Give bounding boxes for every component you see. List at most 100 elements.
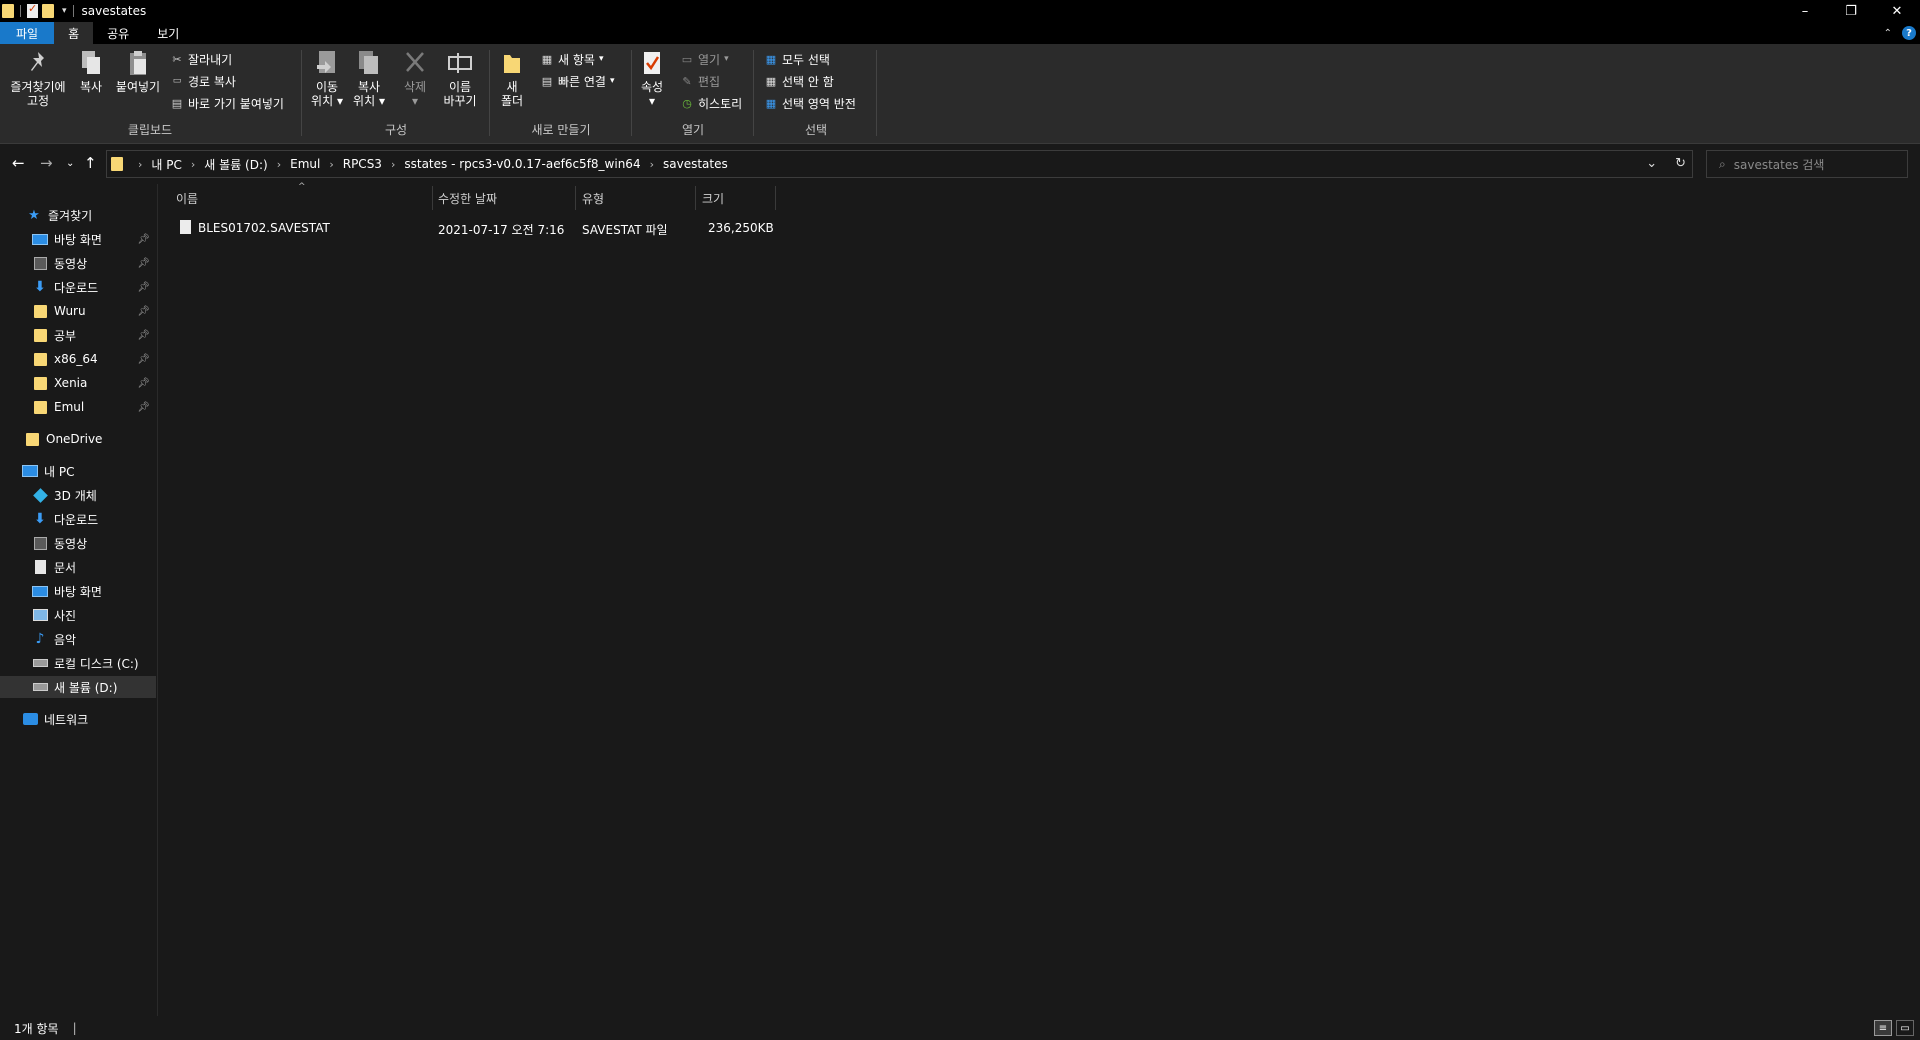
chevron-down-icon: ▾ xyxy=(609,76,615,86)
new-folder-button[interactable]: 새 폴더 xyxy=(496,48,528,108)
cut-button[interactable]: ✂ 잘라내기 xyxy=(170,50,232,68)
history-button[interactable]: ◷ 히스토리 xyxy=(680,94,742,112)
sidebar-item-pc-desktop[interactable]: 바탕 화면 xyxy=(0,580,156,602)
minimize-button[interactable]: – xyxy=(1782,0,1828,22)
sidebar-item-pc-videos[interactable]: 동영상 xyxy=(0,532,156,554)
sidebar-item-study[interactable]: 공부 📌︎ xyxy=(0,324,156,346)
tab-home[interactable]: 홈 xyxy=(54,22,94,44)
crumb-savestates[interactable]: savestates xyxy=(663,157,728,171)
breadcrumb-separator-icon[interactable]: › xyxy=(391,158,395,171)
breadcrumb-separator-icon[interactable]: › xyxy=(277,158,281,171)
sidebar-item-documents[interactable]: 문서 xyxy=(0,556,156,578)
invert-selection-button[interactable]: ▦ 선택 영역 반전 xyxy=(764,94,856,112)
details-view-button[interactable]: ≡ xyxy=(1874,1020,1892,1036)
column-divider[interactable] xyxy=(695,186,696,210)
new-folder-icon[interactable] xyxy=(42,4,54,18)
breadcrumb-separator-icon[interactable]: › xyxy=(650,158,654,171)
delete-chevron-icon[interactable]: ▾ xyxy=(412,94,418,108)
sidebar-item-downloads[interactable]: ⬇ 다운로드 📌︎ xyxy=(0,276,156,298)
sidebar-item-onedrive[interactable]: OneDrive xyxy=(0,428,156,450)
address-bar[interactable]: › 내 PC › 새 볼륨 (D:) › Emul › RPCS3 › ssta… xyxy=(106,150,1693,178)
table-row[interactable]: BLES01702.SAVESTAT 2021-07-17 오전 7:16 SA… xyxy=(160,218,800,238)
paste-shortcut-button[interactable]: ▤ 바로 가기 붙여넣기 xyxy=(170,94,284,112)
folder-icon xyxy=(32,376,48,390)
new-folder-label-2: 폴더 xyxy=(500,94,524,108)
delete-x-icon xyxy=(402,48,428,78)
address-history-chevron-icon[interactable]: ⌄ xyxy=(1646,156,1657,171)
paste-button[interactable]: 붙여넣기 xyxy=(113,48,163,94)
crumb-this-pc[interactable]: 내 PC xyxy=(151,156,181,173)
column-divider[interactable] xyxy=(432,186,433,210)
pin-icon[interactable]: 📌︎ xyxy=(137,378,150,389)
sidebar-item-network[interactable]: 네트워크 xyxy=(0,708,156,730)
sidebar-item-pc-downloads[interactable]: ⬇ 다운로드 xyxy=(0,508,156,530)
customize-toolbar-chevron-icon[interactable]: ▾ xyxy=(62,6,67,16)
crumb-sstates[interactable]: sstates - rpcs3-v0.0.17-aef6c5f8_win64 xyxy=(404,157,640,171)
column-header-type[interactable]: 유형 xyxy=(582,190,604,207)
up-arrow-icon[interactable]: ↑ xyxy=(84,154,97,172)
refresh-icon[interactable]: ↻ xyxy=(1675,156,1686,171)
column-header-date[interactable]: 수정한 날짜 xyxy=(438,190,497,207)
recent-locations-chevron-icon[interactable]: ⌄ xyxy=(66,158,74,169)
sidebar-item-quick-access[interactable]: ★ 즐겨찾기 xyxy=(0,204,156,226)
crumb-drive-d[interactable]: 새 볼륨 (D:) xyxy=(204,156,267,173)
sidebar-item-desktop[interactable]: 바탕 화면 📌︎ xyxy=(0,228,156,250)
sidebar-item-xenia[interactable]: Xenia 📌︎ xyxy=(0,372,156,394)
sidebar-item-pictures[interactable]: 사진 xyxy=(0,604,156,626)
easy-access-button[interactable]: ▤ 빠른 연결 ▾ xyxy=(540,72,615,90)
breadcrumb-separator-icon[interactable]: › xyxy=(329,158,333,171)
close-button[interactable]: ✕ xyxy=(1874,0,1920,22)
sidebar-item-music[interactable]: ♪ 음악 xyxy=(0,628,156,650)
column-header-name[interactable]: 이름 xyxy=(176,190,198,207)
select-all-button[interactable]: ▦ 모두 선택 xyxy=(764,50,830,68)
column-divider[interactable] xyxy=(575,186,576,210)
crumb-rpcs3[interactable]: RPCS3 xyxy=(343,157,382,171)
breadcrumb-separator-icon[interactable]: › xyxy=(138,158,142,171)
delete-button[interactable]: 삭제 ▾ xyxy=(400,48,430,108)
move-to-button[interactable]: 이동 위치 ▾ xyxy=(308,48,346,108)
properties-chevron-icon[interactable]: ▾ xyxy=(649,94,655,108)
sidebar-item-emul[interactable]: Emul 📌︎ xyxy=(0,396,156,418)
rename-button[interactable]: 이름 바꾸기 xyxy=(436,48,484,108)
sidebar-item-drive-c[interactable]: 로컬 디스크 (C:) xyxy=(0,652,156,674)
pin-icon[interactable]: 📌︎ xyxy=(137,258,150,269)
tab-share[interactable]: 공유 xyxy=(93,22,143,44)
pin-icon[interactable]: 📌︎ xyxy=(137,234,150,245)
pin-icon[interactable]: 📌︎ xyxy=(137,282,150,293)
open-button[interactable]: ▭ 열기 ▾ xyxy=(680,50,729,68)
back-arrow-icon[interactable]: ← xyxy=(12,154,25,172)
large-icons-view-button[interactable]: ▭ xyxy=(1896,1020,1914,1036)
edit-button[interactable]: ✎ 편집 xyxy=(680,72,720,90)
collapse-ribbon-icon[interactable]: ⌃ xyxy=(1884,28,1892,39)
help-icon[interactable]: ? xyxy=(1902,26,1916,40)
restore-button[interactable]: ❐ xyxy=(1828,0,1874,22)
copy-to-button[interactable]: 복사 위치 ▾ xyxy=(350,48,388,108)
sidebar-item-this-pc[interactable]: 내 PC xyxy=(0,460,156,482)
breadcrumb-separator-icon[interactable]: › xyxy=(191,158,195,171)
pin-icon[interactable]: 📌︎ xyxy=(137,306,150,317)
sidebar-item-videos[interactable]: 동영상 📌︎ xyxy=(0,252,156,274)
sidebar-item-wuru[interactable]: Wuru 📌︎ xyxy=(0,300,156,322)
column-header-size[interactable]: 크기 xyxy=(702,190,724,207)
pin-icon xyxy=(25,48,51,78)
pin-icon[interactable]: 📌︎ xyxy=(137,402,150,413)
tab-view[interactable]: 보기 xyxy=(143,22,193,44)
sidebar-item-x86-64[interactable]: x86_64 📌︎ xyxy=(0,348,156,370)
copy-path-button[interactable]: ▭ 경로 복사 xyxy=(170,72,236,90)
pin-to-quick-access-button[interactable]: 즐겨찾기에 고정 xyxy=(6,48,70,108)
pin-icon[interactable]: 📌︎ xyxy=(137,354,150,365)
sidebar-item-drive-d[interactable]: 새 볼륨 (D:) xyxy=(0,676,156,698)
new-item-button[interactable]: ▦ 새 항목 ▾ xyxy=(540,50,604,68)
pin-icon[interactable]: 📌︎ xyxy=(137,330,150,341)
select-none-button[interactable]: ▦ 선택 안 함 xyxy=(764,72,834,90)
sidebar-item-3d-objects[interactable]: 3D 개체 xyxy=(0,484,156,506)
crumb-emul[interactable]: Emul xyxy=(290,157,320,171)
copy-button[interactable]: 복사 xyxy=(76,48,106,94)
properties-icon[interactable] xyxy=(27,2,38,18)
forward-arrow-icon[interactable]: → xyxy=(40,154,53,172)
search-input[interactable]: ⌕ savestates 검색 xyxy=(1706,150,1908,178)
tab-file[interactable]: 파일 xyxy=(0,22,55,44)
properties-button[interactable]: 속성 ▾ xyxy=(638,48,666,108)
ribbon-tabs: 파일 홈 공유 보기 ⌃ ? xyxy=(0,22,1920,44)
column-divider[interactable] xyxy=(775,186,776,210)
